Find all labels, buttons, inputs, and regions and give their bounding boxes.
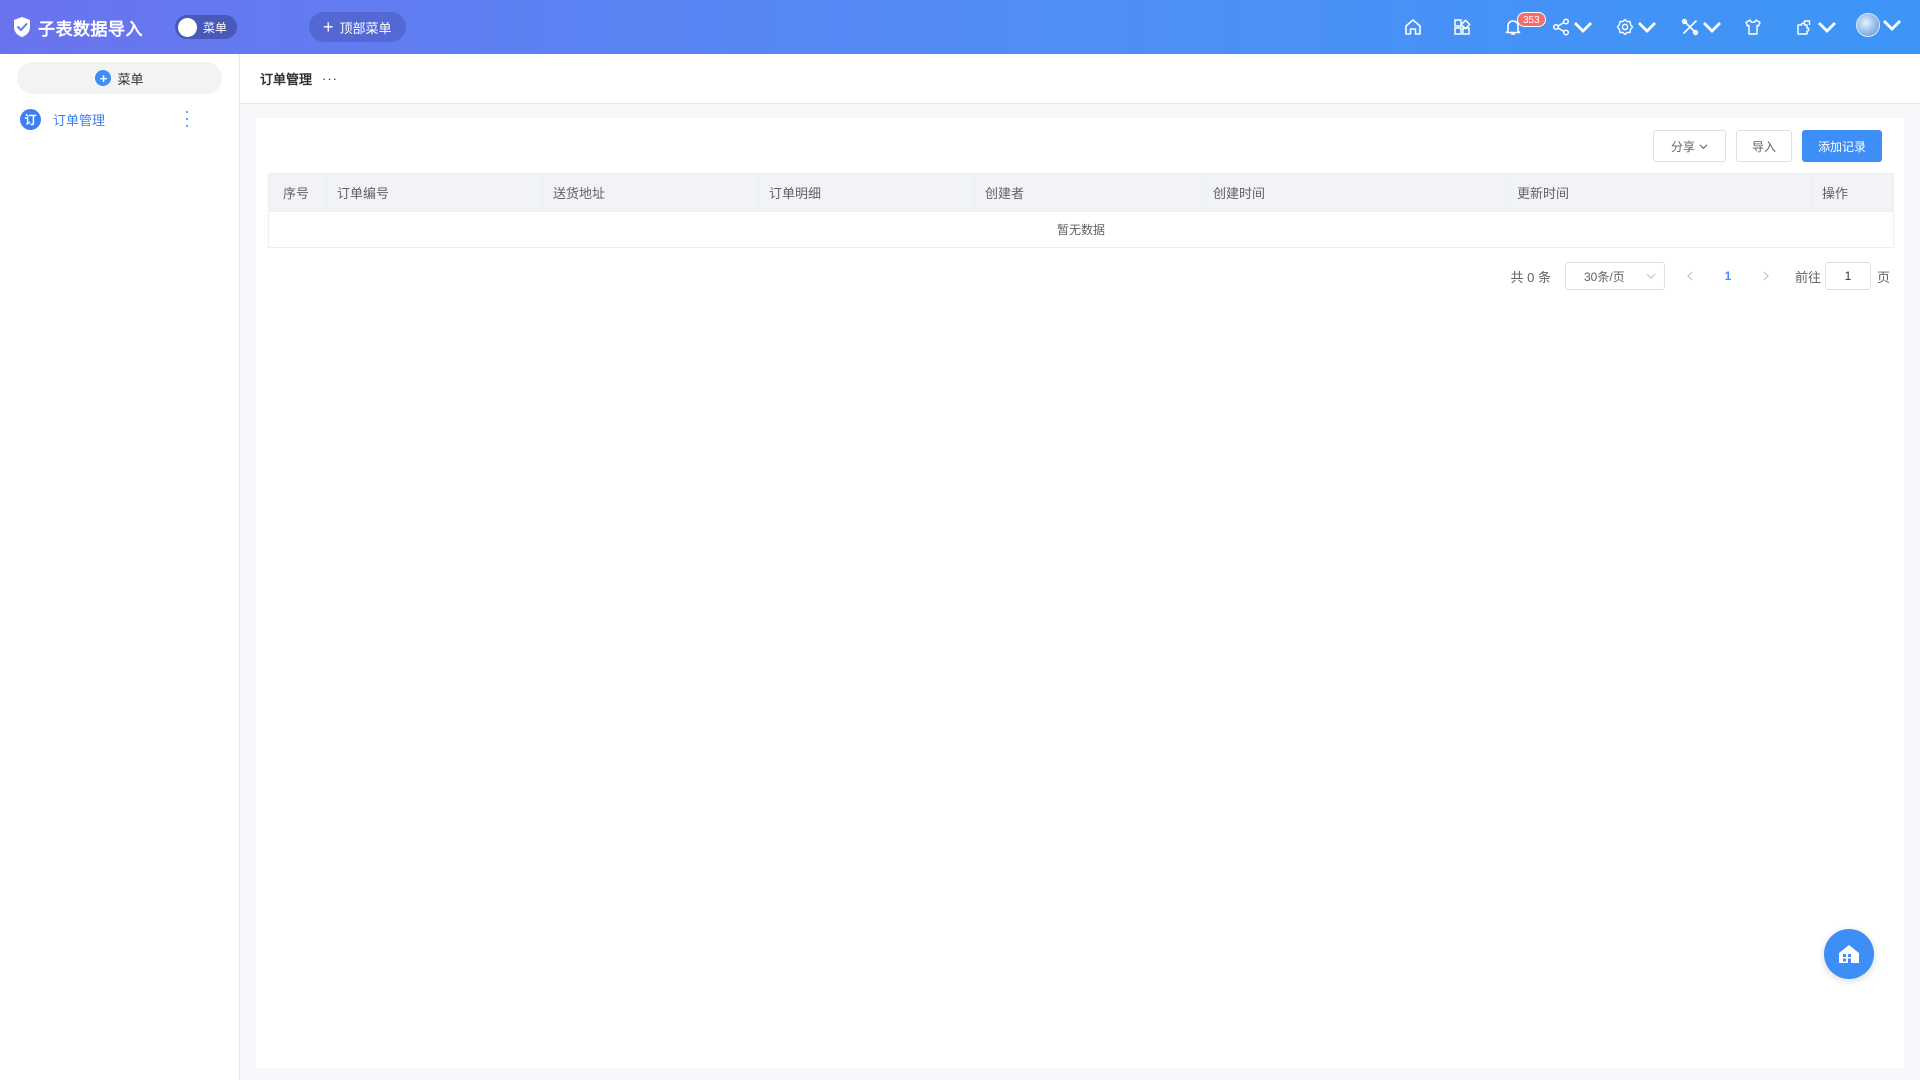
toolbar: 分享 导入 添加记录 (1643, 130, 1882, 162)
chevron-down-icon (1699, 143, 1708, 149)
menu-toggle-label: 菜单 (203, 20, 228, 35)
floating-home-button[interactable] (1824, 929, 1874, 979)
tools-icon (1681, 18, 1699, 36)
chevron-down-icon (1883, 20, 1901, 31)
page-size-value: 30条/页 (1583, 269, 1625, 284)
page-unit-label: 页 (1876, 269, 1890, 285)
goto-label: 前往 (1794, 269, 1821, 285)
page-size-select[interactable]: 30条/页 (1564, 262, 1665, 290)
column-header-creator[interactable]: 创建者 (975, 174, 1203, 211)
toggle-knob (178, 17, 197, 37)
more-vertical-icon[interactable] (185, 111, 189, 127)
column-header-updated-time[interactable]: 更新时间 (1507, 174, 1812, 211)
sidebar-item-label: 订单管理 (53, 112, 106, 128)
apps-icon[interactable] (1452, 17, 1472, 37)
share-button-label: 分享 (1670, 139, 1695, 154)
gear-icon (1616, 18, 1634, 36)
column-header-order-details[interactable]: 订单明细 (759, 174, 975, 211)
plus-circle-icon: + (95, 70, 112, 86)
top-menu-button[interactable]: + 顶部菜单 (309, 12, 406, 42)
page-number[interactable]: 1 (1715, 269, 1741, 283)
menu-toggle[interactable]: 菜单 (175, 15, 237, 39)
content-card: 分享 导入 添加记录 序号 订单编号 送货地址 订单明细 创建者 创建时间 更新… (256, 118, 1904, 1068)
add-menu-button[interactable]: + 菜单 (17, 62, 222, 94)
sidebar-item-order-management[interactable]: 订 订单管理 (0, 104, 239, 134)
column-header-delivery-address[interactable]: 送货地址 (543, 174, 759, 211)
breadcrumb: 订单管理 ··· (240, 54, 1920, 104)
next-page-button[interactable] (1753, 262, 1779, 290)
share-button[interactable]: 分享 (1653, 130, 1726, 162)
user-menu[interactable] (1856, 13, 1902, 37)
bell-icon[interactable]: 353 (1503, 12, 1546, 37)
import-button[interactable]: 导入 (1736, 130, 1792, 162)
table-header: 序号 订单编号 送货地址 订单明细 创建者 创建时间 更新时间 操作 (269, 174, 1893, 212)
shirt-icon[interactable] (1743, 17, 1763, 37)
tools-menu[interactable] (1680, 17, 1722, 37)
avatar (1856, 13, 1880, 37)
column-header-actions: 操作 (1822, 186, 1849, 201)
plugin-icon (1797, 20, 1811, 35)
notification-badge: 353 (1517, 12, 1546, 27)
data-table: 序号 订单编号 送货地址 订单明细 创建者 创建时间 更新时间 操作 暂无数据 (268, 173, 1894, 248)
shield-icon (14, 17, 30, 37)
order-icon: 订 (20, 108, 41, 130)
goto-page-input[interactable] (1824, 262, 1871, 290)
chevron-down-icon (1638, 22, 1656, 33)
top-menu-label: 顶部菜单 (339, 20, 392, 36)
add-record-button[interactable]: 添加记录 (1802, 130, 1882, 162)
app-title: 子表数据导入 (38, 19, 143, 39)
chevron-down-icon (1818, 22, 1836, 33)
pagination: 共 0 条 30条/页 1 前往 页 (1510, 262, 1890, 290)
chevron-down-icon (1646, 273, 1656, 279)
building-icon (1839, 945, 1859, 963)
column-header-created-time[interactable]: 创建时间 (1203, 174, 1507, 211)
chevron-down-icon (1574, 22, 1592, 33)
share-menu[interactable] (1551, 17, 1593, 37)
page-title: 订单管理 (260, 72, 313, 87)
home-icon[interactable] (1403, 17, 1423, 37)
column-header-order-number[interactable]: 订单编号 (327, 174, 543, 211)
chevron-left-icon (1687, 271, 1693, 281)
plugin-menu[interactable] (1795, 17, 1837, 37)
add-menu-label: 菜单 (117, 71, 144, 87)
sidebar: + 菜单 订 订单管理 (0, 54, 240, 1080)
share-icon (1552, 18, 1570, 36)
chevron-right-icon (1763, 271, 1769, 281)
column-header-index[interactable]: 序号 (269, 174, 327, 211)
plus-icon: + (323, 17, 334, 37)
app-brand[interactable]: 子表数据导入 (12, 15, 143, 40)
total-count: 共 0 条 (1510, 269, 1551, 285)
empty-state: 暂无数据 (1056, 223, 1105, 237)
more-horizontal-icon[interactable]: ··· (322, 71, 338, 86)
top-bar: 子表数据导入 菜单 + 顶部菜单 353 (0, 0, 1920, 54)
prev-page-button[interactable] (1677, 262, 1703, 290)
settings-menu[interactable] (1615, 17, 1657, 37)
chevron-down-icon (1703, 22, 1721, 33)
